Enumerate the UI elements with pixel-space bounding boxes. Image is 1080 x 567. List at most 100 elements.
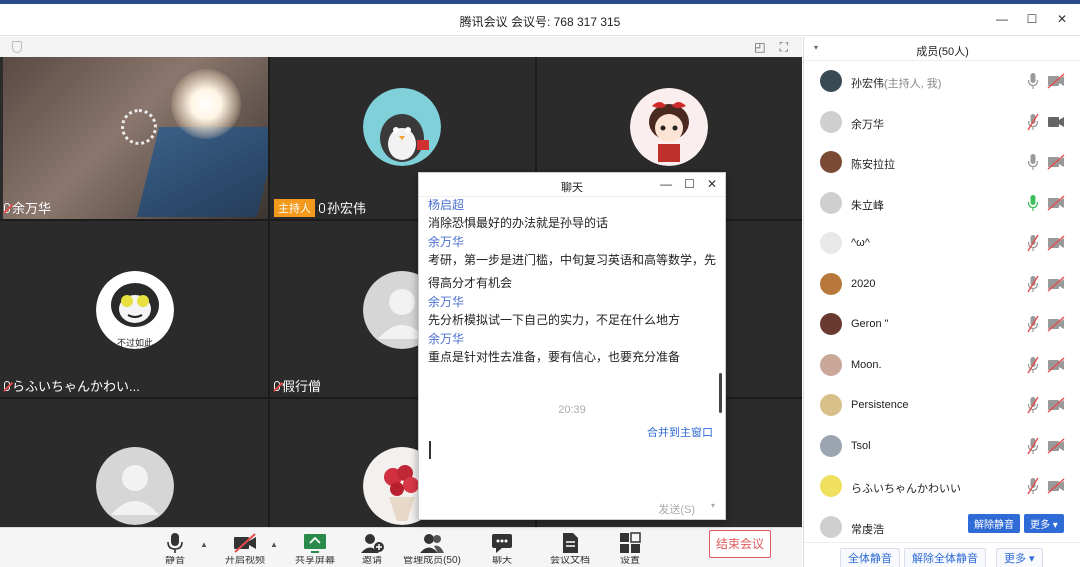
chat-button[interactable]: 聊天 [472,532,532,566]
camera-off-icon[interactable] [1047,397,1065,413]
members-panel: ▾ 成员(50人) 孙宏伟(主持人, 我) 余万华陈安拉拉朱立峰 ^ω^ 2020 Ge… [803,37,1080,567]
member-row[interactable]: 朱立峰 [804,183,1080,223]
video-tile[interactable]: 不过如此 らふいちゃんかわい... [0,221,268,397]
message-text: 先分析模拟试一下自己的实力，不足在什么地方 [428,313,681,327]
microphone-icon [319,202,325,213]
member-row[interactable]: 2020 [804,264,1080,304]
mic-muted-icon[interactable] [1027,315,1039,333]
member-row[interactable]: ^ω^ [804,223,1080,263]
microphone-icon[interactable] [1027,72,1039,90]
member-name: らふいちゃんかわいい [851,480,961,496]
camera-off-icon[interactable] [1047,73,1065,89]
camera-video [3,57,268,219]
camera-off-icon[interactable] [1047,437,1065,454]
mic-muted-icon[interactable] [1027,437,1039,455]
mute-button[interactable]: 静音 [145,532,205,566]
member-name: Geron " [851,318,889,330]
host-tag: 主持人 [274,198,315,217]
share-screen-button[interactable]: 共享屏幕 [285,532,345,566]
chat-icon [492,534,512,553]
mute-all-button[interactable]: 全体静音 [840,548,900,567]
mic-muted-icon [4,380,10,391]
mic-muted-icon[interactable] [1027,113,1039,131]
mic-muted-icon [4,202,10,213]
member-row[interactable]: 常虔浩 解除静音 更多 ▾ [804,507,1080,547]
member-name-text: らふいちゃんかわいい [851,483,961,495]
member-row[interactable]: Persistence [804,385,1080,425]
chat-close-button[interactable]: ✕ [707,177,717,191]
chat-header: 聊天 — ☐ ✕ [419,173,725,197]
ceiling-light [171,69,241,139]
mute-options-caret-icon[interactable]: ▲ [200,540,208,549]
camera-off-icon[interactable] [1047,235,1065,251]
mic-muted-icon[interactable] [1027,275,1039,293]
members-header: ▾ 成员(50人) [804,37,1080,61]
message-sender: 杨启超 [428,198,465,212]
tile-name: 主持人 孙宏伟 [274,198,366,217]
invite-button[interactable]: 邀请 [342,532,402,566]
layout-icon[interactable]: ◰ [754,40,765,55]
member-name-text: 余万华 [851,118,884,131]
video-tile[interactable]: 余万华 [0,57,268,219]
member-row[interactable]: Moon. [804,345,1080,385]
video-options-caret-icon[interactable]: ▲ [270,540,278,549]
member-row[interactable]: Tsol [804,426,1080,466]
mic-muted-icon[interactable] [1027,477,1039,495]
unmute-member-button[interactable]: 解除静音 [968,513,1020,533]
girl-avatar [630,88,708,166]
video-tile[interactable] [0,399,268,527]
member-name-text: 朱立峰 [851,199,884,212]
mic-muted-icon[interactable] [1027,356,1039,374]
mic-muted-icon[interactable] [1027,396,1039,414]
chat-input[interactable] [428,437,718,492]
footer-more-button[interactable]: 更多 ▾ [996,548,1043,567]
screen-share-icon [304,534,326,553]
default-avatar [96,447,174,525]
settings-button[interactable]: 设置 [600,532,660,566]
camera-off-icon[interactable] [1047,478,1065,494]
loading-spinner-icon [121,109,157,145]
camera-icon[interactable] [1047,114,1065,130]
member-name: Persistence [851,399,908,411]
window-controls: — ☐ ✕ [996,12,1068,26]
mic-muted-icon[interactable] [1027,234,1039,252]
shield-icon[interactable] [12,41,22,53]
maximize-button[interactable]: ☐ [1026,12,1038,26]
unmute-all-button[interactable]: 解除全体静音 [904,548,986,567]
microphone-icon[interactable] [1027,194,1039,212]
camera-off-icon[interactable] [1047,356,1065,373]
member-name-text: Geron " [851,318,889,330]
member-role: (主持人, 我) [884,78,942,90]
message-sender: 余万华 [428,295,465,309]
minimize-button[interactable]: — [996,12,1008,26]
avatar [820,70,842,92]
member-row[interactable]: 陈安拉拉 [804,142,1080,182]
chat-maximize-button[interactable]: ☐ [684,177,695,191]
sticker-text: 不过如此 [116,338,153,348]
member-row[interactable]: 孙宏伟(主持人, 我) [804,61,1080,101]
member-more-button[interactable]: 更多 ▾ [1024,513,1064,533]
message-sender: 余万华 [428,235,465,249]
member-name: 朱立峰 [851,197,884,213]
fullscreen-icon[interactable]: ⛶ [780,40,788,55]
camera-off-icon[interactable] [1047,194,1065,211]
camera-off-icon[interactable] [1047,275,1065,292]
settings-icon [620,532,641,553]
member-row[interactable]: らふいちゃんかわいい [804,466,1080,506]
meeting-docs-button[interactable]: 会议文档 [540,532,600,566]
close-button[interactable]: ✕ [1056,12,1068,26]
camera-off-icon[interactable] [1047,316,1065,332]
microphone-icon[interactable] [1027,153,1039,171]
member-row[interactable]: Geron " [804,304,1080,344]
send-button[interactable]: 发送(S) [658,501,695,517]
member-name: 陈安拉拉 [851,156,895,172]
camera-off-icon[interactable] [1047,154,1065,170]
member-name: 余万华 [851,116,884,132]
end-meeting-button[interactable]: 结束会议 [709,530,771,558]
member-row[interactable]: 余万华 [804,102,1080,142]
manage-members-button[interactable]: 管理成员(50) [402,532,462,566]
chat-minimize-button[interactable]: — [660,177,672,191]
avatar [820,394,842,416]
start-video-button[interactable]: 开启视频 [215,532,275,566]
send-options-caret-icon[interactable]: ▾ [711,501,715,510]
